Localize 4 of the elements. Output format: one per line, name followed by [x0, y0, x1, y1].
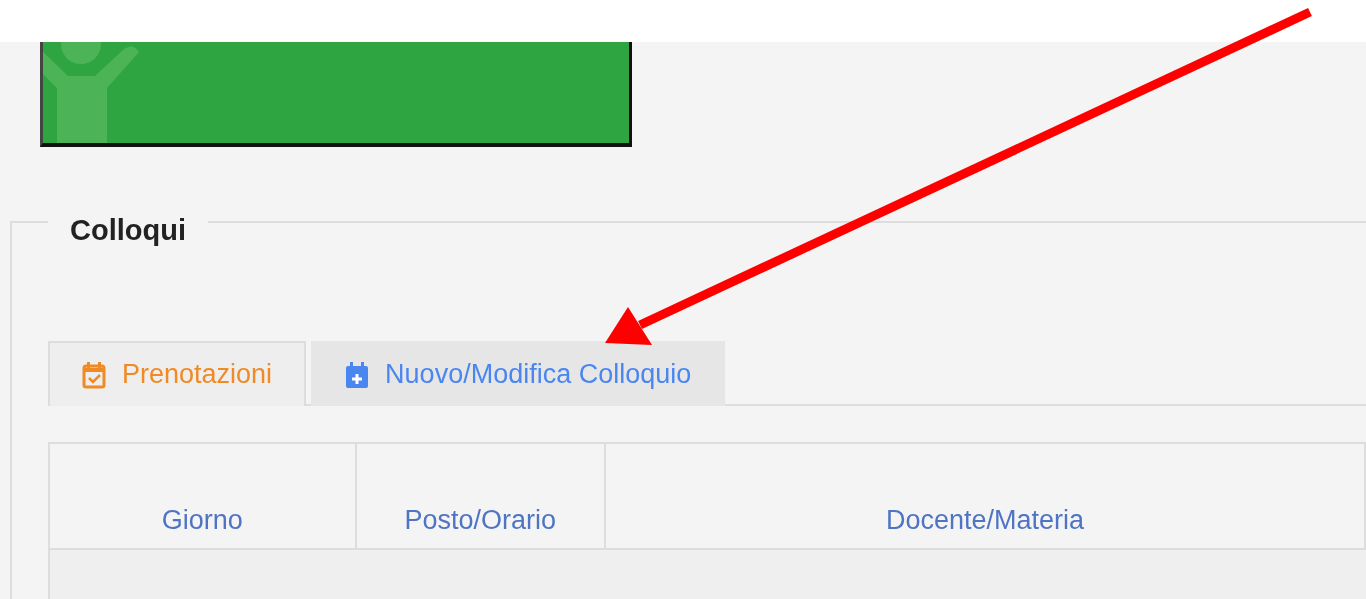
calendar-plus-icon	[345, 360, 370, 389]
tab[interactable]: Prenotazioni	[48, 341, 307, 406]
tab[interactable]: Nuovo/Modifica Colloquio	[311, 341, 726, 406]
calendar-check-icon	[82, 360, 106, 389]
